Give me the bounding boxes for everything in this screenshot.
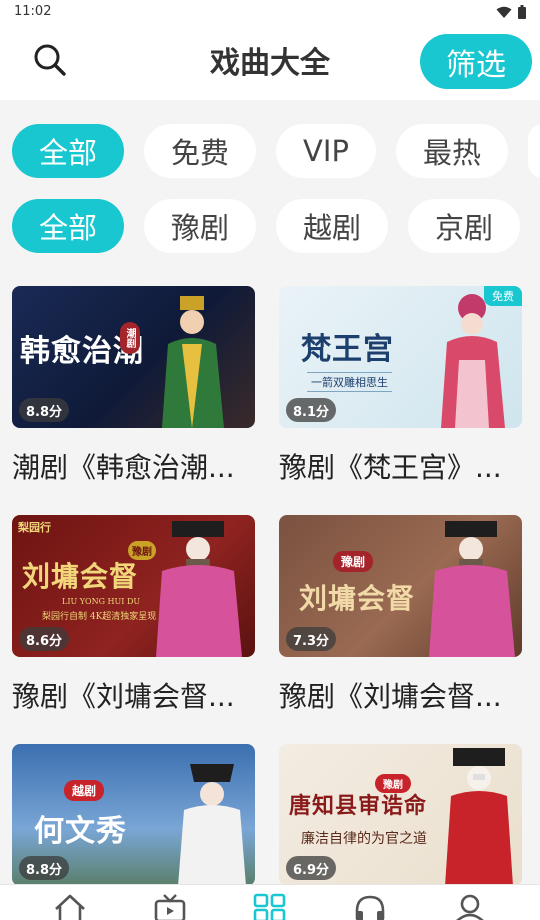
poster-subtitle-art: 梨园行自制 4K超清独家呈现	[42, 612, 157, 622]
card-thumbnail[interactable]: 豫剧 刘墉会督 7.3分	[279, 515, 522, 657]
wifi-icon	[496, 6, 512, 18]
performer-figure	[156, 521, 242, 657]
headphones-icon	[355, 895, 385, 920]
poster-brand-art: 梨园行	[18, 521, 51, 534]
poster-title-art: 唐知县审诰命	[289, 793, 428, 819]
poster-title-art: 梵王宫	[301, 332, 394, 367]
poster-genre-tag: 潮剧	[120, 322, 140, 354]
chip-genre-yuju[interactable]: 豫剧	[144, 199, 256, 253]
poster-title-art: 刘墉会督	[22, 560, 139, 593]
app-header: 戏曲大全 筛选	[0, 26, 540, 100]
opera-card[interactable]: 梵王宫 一箭双雕相思生 免费 8.1分 豫剧《梵王宫》...	[279, 286, 522, 486]
poster-title-art: 何文秀	[34, 814, 127, 849]
tab-profile[interactable]	[448, 893, 492, 920]
card-thumbnail[interactable]: 梨园行 刘墉会督 豫剧 LIU YONG HUI DU 梨园行自制 4K超清独家…	[12, 515, 255, 657]
card-thumbnail[interactable]: 韩愈治潮 潮剧 8.8分	[12, 286, 255, 428]
poster-subtitle-art: 一箭双雕相思生	[307, 372, 392, 392]
card-thumbnail[interactable]: 豫剧 唐知县审诰命 廉洁自律的为官之道 6.9分	[279, 744, 522, 886]
poster-subtitle-art: 廉洁自律的为官之道	[301, 831, 427, 847]
status-time: 11:02	[14, 4, 52, 19]
poster-genre-tag: 豫剧	[333, 551, 374, 572]
tab-tv[interactable]	[148, 893, 192, 920]
opera-card[interactable]: 豫剧 刘墉会督 7.3分 豫剧《刘墉会督...	[279, 515, 522, 715]
rating-badge: 8.8分	[19, 856, 70, 880]
poster-pinyin-art: LIU YONG HUI DU	[62, 597, 141, 606]
user-icon	[456, 894, 484, 920]
rating-badge: 8.8分	[19, 398, 70, 422]
status-bar: 11:02	[0, 0, 540, 26]
performer-figure	[162, 296, 224, 428]
rating-badge: 7.3分	[286, 627, 337, 651]
opera-card[interactable]: 韩愈治潮 潮剧 8.8分 潮剧《韩愈治潮...	[12, 286, 255, 486]
rating-badge: 8.1分	[286, 398, 337, 422]
chip-price-all[interactable]: 全部	[12, 124, 124, 178]
rating-badge: 6.9分	[286, 856, 337, 880]
chip-genre-all[interactable]: 全部	[12, 199, 124, 253]
performer-figure	[441, 294, 505, 428]
chip-price-more[interactable]	[528, 124, 540, 178]
grid-icon	[253, 893, 286, 920]
opera-card[interactable]: 梨园行 刘墉会督 豫剧 LIU YONG HUI DU 梨园行自制 4K超清独家…	[12, 515, 255, 715]
tv-icon	[154, 894, 186, 920]
tab-audio[interactable]	[348, 893, 392, 920]
card-title: 豫剧《刘墉会督...	[279, 680, 502, 713]
performer-figure	[445, 748, 513, 886]
price-filter-row: 全部 免费 VIP 最热	[12, 124, 540, 180]
performer-figure	[178, 764, 246, 886]
card-thumbnail[interactable]: 梵王宫 一箭双雕相思生 免费 8.1分	[279, 286, 522, 428]
card-thumbnail[interactable]: 越剧 何文秀 8.8分	[12, 744, 255, 886]
home-icon	[55, 894, 85, 920]
performer-figure	[429, 521, 515, 657]
free-badge: 免费	[484, 286, 522, 306]
chip-price-free[interactable]: 免费	[144, 124, 256, 178]
chip-price-vip[interactable]: VIP	[276, 124, 376, 178]
filter-button[interactable]: 筛选	[420, 34, 532, 89]
genre-filter-row: 全部 豫剧 越剧 京剧	[12, 199, 520, 255]
card-title: 豫剧《梵王宫》...	[279, 451, 502, 484]
poster-title-art: 刘墉会督	[299, 582, 416, 615]
card-title: 豫剧《刘墉会督...	[12, 680, 235, 713]
bottom-tab-bar	[0, 884, 540, 920]
chip-genre-yueju[interactable]: 越剧	[276, 199, 388, 253]
card-title: 潮剧《韩愈治潮...	[12, 451, 235, 484]
chip-price-hot[interactable]: 最热	[396, 124, 508, 178]
battery-icon	[518, 5, 526, 19]
poster-genre-tag: 豫剧	[128, 541, 156, 560]
tab-category[interactable]	[248, 893, 292, 920]
rating-badge: 8.6分	[19, 627, 70, 651]
status-icons	[496, 5, 526, 19]
poster-genre-tag: 越剧	[64, 780, 105, 801]
chip-genre-jingju[interactable]: 京剧	[408, 199, 520, 253]
tab-home[interactable]	[48, 893, 92, 920]
